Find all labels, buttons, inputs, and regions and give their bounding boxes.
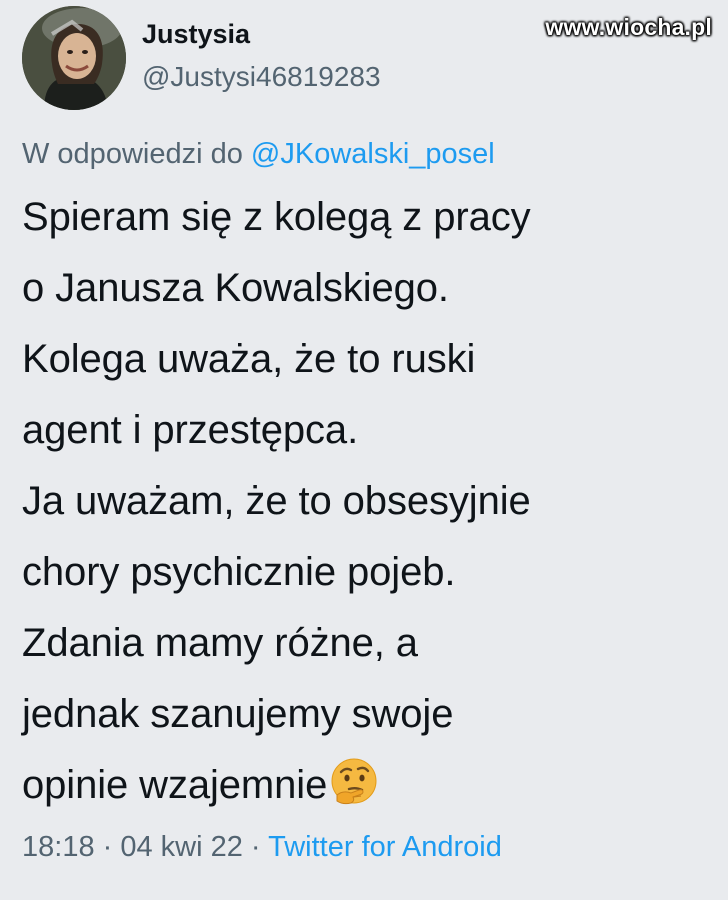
tweet-text-line: agent i przestępca. (22, 408, 359, 452)
avatar[interactable] (22, 6, 126, 110)
avatar-photo-icon (22, 6, 126, 110)
tweet-text-line: Ja uważam, że to obsesyjnie (22, 479, 531, 523)
tweet-time[interactable]: 18:18 (22, 831, 95, 863)
tweet-text-line: Zdania mamy różne, a (22, 621, 418, 665)
tweet-text-last-words: opinie wzajemnie (22, 763, 328, 807)
author-handle[interactable]: @Justysi46819283 (142, 57, 381, 97)
tweet-text-line: jednak szanujemy swoje (22, 692, 454, 736)
meta-separator: · (242, 831, 269, 863)
tweet-text: Spieram się z kolegą z pracy o Janusza K… (22, 182, 712, 821)
tweet-text-line: chory psychicznie pojeb. (22, 550, 456, 594)
thinking-face-icon (331, 758, 377, 805)
author-info: Justysia @Justysi46819283 (142, 17, 381, 97)
tweet-date[interactable]: 04 kwi 22 (120, 831, 243, 863)
tweet-text-line: Spieram się z kolegą z pracy (22, 195, 531, 239)
meta-separator: · (94, 831, 121, 863)
tweet-metadata: 18:18 · 04 kwi 22 · Twitter for Android (22, 829, 712, 865)
tweet-text-line: o Janusza Kowalskiego. (22, 266, 449, 310)
reply-context: W odpowiedzi do @JKowalski_posel (22, 136, 712, 172)
tweet-text-line: Kolega uważa, że to ruski (22, 337, 476, 381)
reply-target-link[interactable]: @JKowalski_posel (251, 138, 495, 170)
tweet-header: Justysia @Justysi46819283 (22, 6, 712, 110)
tweet-text-line-last: opinie wzajemnie (22, 750, 712, 821)
tweet-source-link[interactable]: Twitter for Android (268, 831, 502, 863)
tweet: Justysia @Justysi46819283 W odpowiedzi d… (22, 6, 712, 865)
author-display-name[interactable]: Justysia (142, 17, 381, 51)
reply-prefix: W odpowiedzi do (22, 138, 251, 170)
